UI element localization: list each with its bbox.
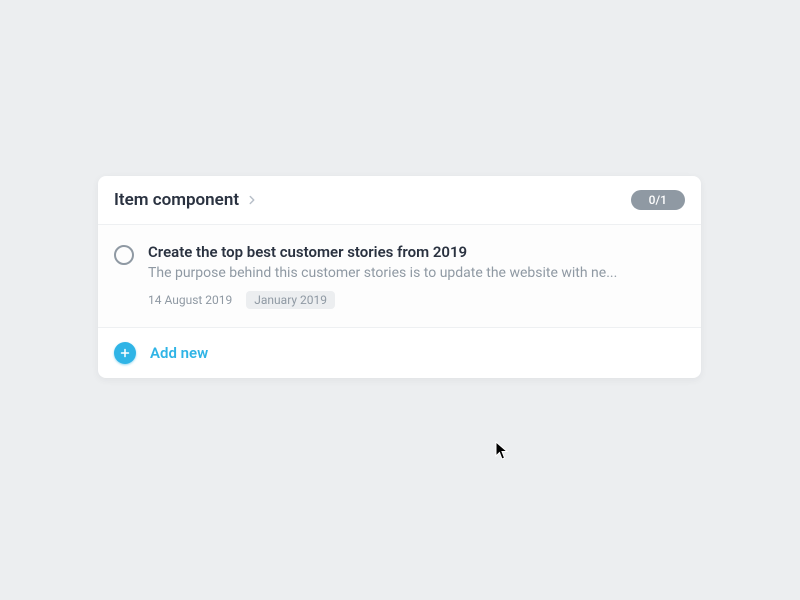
add-new-row[interactable]: Add new bbox=[98, 327, 701, 378]
card-title-wrap[interactable]: Item component bbox=[114, 190, 259, 210]
chevron-right-icon bbox=[245, 193, 259, 207]
cursor-icon bbox=[495, 441, 509, 461]
item-date: 14 August 2019 bbox=[148, 293, 232, 307]
item-body: Create the top best customer stories fro… bbox=[148, 243, 685, 309]
list-item[interactable]: Create the top best customer stories fro… bbox=[98, 225, 701, 327]
item-tag: January 2019 bbox=[246, 291, 335, 309]
item-title: Create the top best customer stories fro… bbox=[148, 243, 685, 261]
checkbox-icon[interactable] bbox=[114, 245, 134, 265]
item-component-card: Item component 0/1 Create the top best c… bbox=[98, 176, 701, 378]
card-header: Item component 0/1 bbox=[98, 176, 701, 224]
item-meta: 14 August 2019 January 2019 bbox=[148, 291, 685, 309]
plus-icon bbox=[114, 342, 136, 364]
count-badge: 0/1 bbox=[631, 190, 685, 210]
add-new-label: Add new bbox=[150, 344, 208, 362]
item-description: The purpose behind this customer stories… bbox=[148, 265, 685, 281]
item-list: Create the top best customer stories fro… bbox=[98, 224, 701, 327]
card-title: Item component bbox=[114, 190, 239, 210]
